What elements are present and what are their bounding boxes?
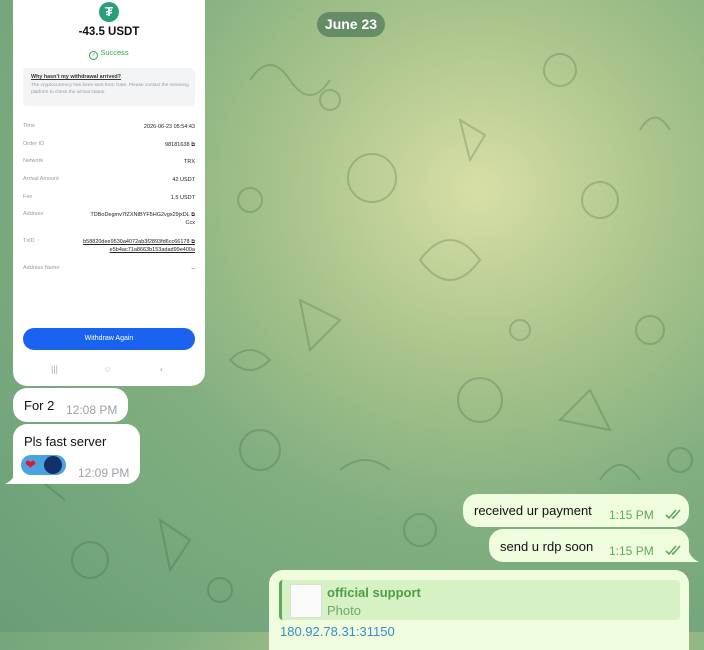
copy-icon: ⧉ (191, 142, 195, 148)
heart-reaction-icon: ❤ (25, 457, 36, 472)
withdrawal-screenshot-image[interactable]: ₮ -43.5 USDT ✓ Success Why hasn't my with… (13, 0, 205, 386)
tether-logo-icon: ₮ (99, 2, 119, 22)
recent-apps-icon: ||| (51, 364, 59, 374)
double-check-read-icon (665, 545, 681, 556)
message-time: 1:15 PM (609, 544, 654, 558)
help-title: Why hasn't my withdrawal arrived? (31, 74, 121, 80)
bubble-tail (689, 552, 699, 562)
copy-icon: ⧉ (191, 239, 195, 245)
phone-nav-bar: ||| ○ ‹ (13, 364, 205, 380)
date-separator: June 23 (317, 12, 385, 37)
message-time: 12:08 PM (66, 403, 118, 417)
message-bubble-outgoing[interactable]: send u rdp soon 1:15 PM (489, 529, 689, 562)
back-icon: ‹ (160, 364, 163, 374)
bubble-tail (5, 474, 15, 484)
withdraw-again-button: Withdraw Again (23, 328, 195, 350)
success-status: ✓ Success (13, 48, 205, 60)
reaction-badge[interactable]: ❤ (21, 455, 66, 475)
help-text: The cryptocurrency has been sent from Ga… (31, 83, 189, 95)
reply-type-label: Photo (327, 603, 361, 618)
withdrawal-amount: -43.5 USDT (78, 26, 140, 38)
help-notice: Why hasn't my withdrawal arrived? The cr… (23, 68, 195, 106)
message-text: For 2 (24, 398, 55, 413)
check-circle-icon: ✓ (89, 51, 99, 60)
reactor-avatar (44, 456, 62, 474)
message-text: Pls fast server (24, 434, 107, 449)
message-text: received ur payment (474, 503, 592, 518)
success-label: Success (100, 48, 129, 57)
message-text: send u rdp soon (500, 539, 594, 554)
double-check-read-icon (665, 509, 681, 520)
message-bubble-incoming[interactable]: For 2 12:08 PM (13, 388, 128, 422)
home-icon: ○ (105, 364, 111, 374)
reply-sender-name: official support (327, 585, 421, 600)
message-bubble-incoming[interactable]: Pls fast server ❤ 12:09 PM (13, 424, 140, 484)
message-time: 1:15 PM (609, 508, 654, 522)
copy-icon: ⧉ (191, 212, 195, 218)
reply-quote[interactable]: official support Photo (279, 580, 680, 620)
message-bubble-outgoing[interactable]: received ur payment 1:15 PM (463, 494, 689, 527)
reply-photo-thumbnail (290, 584, 322, 618)
message-time: 12:09 PM (78, 466, 130, 480)
